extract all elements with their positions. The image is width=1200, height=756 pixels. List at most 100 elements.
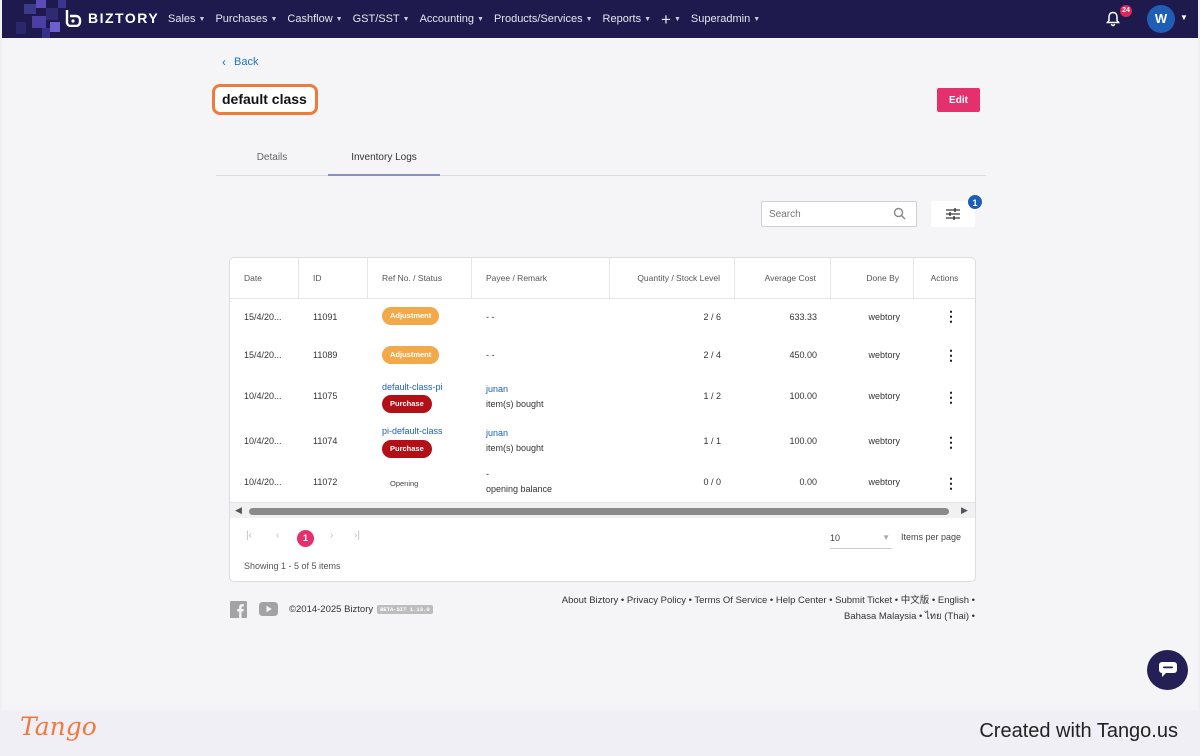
cell-remark: item(s) bought [486, 443, 544, 453]
page-title: default class [222, 91, 307, 107]
chevron-down-icon: ▼ [644, 15, 652, 23]
top-navbar: BIZTORY Sales ▼ Purchases ▼ Cashflow ▼ GST/… [2, 0, 1198, 38]
chevron-down-icon: ▼ [335, 15, 343, 23]
table-header: Date ID Ref No. / Status Payee / Remark … [230, 258, 975, 299]
showing-count: Showing 1 - 5 of 5 items [244, 561, 341, 571]
footer-links-line2[interactable]: Bahasa Malaysia • ไทย (Thai) • [535, 609, 975, 625]
ref-link[interactable]: pi-default-class [382, 426, 443, 436]
kebab-menu-icon[interactable]: ⋮ [944, 309, 958, 323]
cell-id: 11075 [313, 391, 338, 401]
cell-remark: opening balance [486, 484, 553, 494]
horizontal-scrollbar[interactable]: ◀ ▶ [230, 502, 975, 518]
items-per-page-label: Items per page [901, 532, 962, 542]
per-page-value: 10 [830, 533, 841, 543]
facebook-icon[interactable] [230, 601, 247, 618]
back-link[interactable]: ‹ Back [222, 55, 258, 69]
cell-quantity: 0 / 0 [703, 477, 721, 487]
cell-average-cost: 100.00 [789, 391, 817, 401]
cell-quantity: 2 / 4 [703, 350, 721, 360]
kebab-menu-icon[interactable]: ⋮ [944, 348, 958, 362]
page-number-current[interactable]: 1 [297, 530, 314, 547]
nav-reports-label: Reports [602, 13, 642, 25]
column-header-payee-remark[interactable]: Payee / Remark [472, 258, 610, 298]
chevron-down-icon: ▼ [477, 15, 484, 23]
ref-link[interactable]: default-class-pi [382, 382, 443, 392]
app-window: BIZTORY Sales ▼ Purchases ▼ Cashflow ▼ GST/… [2, 0, 1198, 710]
copyright-text: ©2014-2025 Biztory [289, 604, 374, 615]
chevron-down-icon: ▼ [585, 15, 593, 23]
cell-id: 11074 [313, 436, 338, 446]
cell-done-by: webtory [868, 312, 900, 322]
cell-date: 10/4/20... [244, 477, 282, 487]
biztory-logo-icon [65, 10, 82, 27]
last-page-icon[interactable]: ›| [354, 530, 360, 541]
next-page-icon[interactable]: › [330, 530, 333, 541]
scroll-thumb[interactable] [249, 508, 949, 515]
chat-bubble-icon [1159, 662, 1177, 677]
cell-quantity: 1 / 2 [703, 391, 721, 401]
main-nav: Sales ▼ Purchases ▼ Cashflow ▼ GST/SST ▼ Acc… [168, 0, 770, 38]
bell-icon[interactable] [1105, 11, 1121, 27]
column-header-id[interactable]: ID [299, 258, 368, 298]
nav-purchases-label: Purchases [215, 13, 268, 25]
chevron-down-icon: ▼ [270, 15, 278, 23]
nav-sales[interactable]: Sales ▼ [168, 13, 205, 25]
scroll-left-icon[interactable]: ◀ [235, 505, 242, 516]
kebab-menu-icon[interactable]: ⋮ [944, 476, 958, 490]
cell-average-cost: 0.00 [799, 477, 817, 487]
kebab-menu-icon[interactable]: ⋮ [944, 390, 958, 404]
cell-date: 15/4/20... [244, 312, 282, 322]
search-icon [893, 207, 906, 220]
nav-accounting-label: Accounting [419, 13, 475, 25]
chevron-down-icon: ▼ [753, 15, 761, 23]
kebab-menu-icon[interactable]: ⋮ [944, 435, 958, 449]
sliders-icon [946, 208, 960, 220]
items-per-page-select[interactable]: 10 ▼ [830, 529, 892, 549]
user-avatar[interactable]: W [1147, 5, 1175, 33]
nav-products-services[interactable]: Products/Services ▼ [494, 13, 593, 25]
nav-reports[interactable]: Reports ▼ [603, 13, 651, 25]
nav-superadmin[interactable]: Superadmin ▼ [691, 13, 760, 25]
youtube-icon[interactable] [259, 602, 278, 616]
nav-sales-label: Sales [168, 13, 196, 25]
tab-details[interactable]: Details [216, 146, 328, 176]
notification-badge: 24 [1120, 5, 1132, 17]
chevron-down-icon: ▼ [198, 15, 206, 23]
nav-cashflow[interactable]: Cashflow ▼ [287, 13, 342, 25]
cell-remark: item(s) bought [486, 399, 544, 409]
tab-inventory-logs[interactable]: Inventory Logs [328, 146, 440, 176]
chevron-down-icon: ▼ [882, 533, 890, 542]
chevron-down-icon[interactable]: ▼ [1180, 13, 1188, 22]
nav-products-services-label: Products/Services [493, 13, 583, 25]
footer-links-line1[interactable]: About Biztory • Privacy Policy • Terms O… [535, 593, 975, 609]
column-header-done-by[interactable]: Done By [831, 258, 914, 298]
column-header-average-cost[interactable]: Average Cost [735, 258, 831, 298]
biztory-logo[interactable]: BIZTORY [64, 9, 159, 27]
cell-payee: - - [486, 312, 495, 322]
footer-links[interactable]: About Biztory • Privacy Policy • Terms O… [535, 593, 975, 625]
nav-gst-sst[interactable]: GST/SST ▼ [353, 13, 410, 25]
cell-quantity: 1 / 1 [703, 436, 721, 446]
cell-average-cost: 450.00 [789, 350, 817, 360]
column-header-quantity-stock[interactable]: Quantity / Stock Level [610, 258, 735, 298]
nav-quick-add[interactable]: + ▼ [661, 11, 681, 28]
filter-count-badge: 1 [967, 194, 983, 210]
first-page-icon[interactable]: |‹ [246, 530, 252, 541]
payee-link[interactable]: junan [486, 384, 508, 394]
column-header-ref-status[interactable]: Ref No. / Status [368, 258, 472, 298]
column-header-actions: Actions [930, 273, 959, 283]
cell-average-cost: 633.33 [789, 312, 817, 322]
back-label: Back [234, 56, 259, 68]
nav-accounting[interactable]: Accounting ▼ [420, 13, 484, 25]
nav-purchases[interactable]: Purchases ▼ [215, 13, 277, 25]
column-header-date[interactable]: Date [230, 258, 299, 298]
scroll-right-icon[interactable]: ▶ [961, 505, 968, 516]
cell-done-by: webtory [868, 350, 900, 360]
payee-link[interactable]: junan [486, 428, 508, 438]
cell-average-cost: 100.00 [789, 436, 817, 446]
copyright: ©2014-2025 Biztory BETA-SIT 1.13.0 [289, 604, 433, 615]
prev-page-icon[interactable]: ‹ [276, 530, 279, 541]
edit-button[interactable]: Edit [937, 88, 980, 112]
cell-date: 10/4/20... [244, 391, 282, 401]
cell-done-by: webtory [868, 477, 900, 487]
